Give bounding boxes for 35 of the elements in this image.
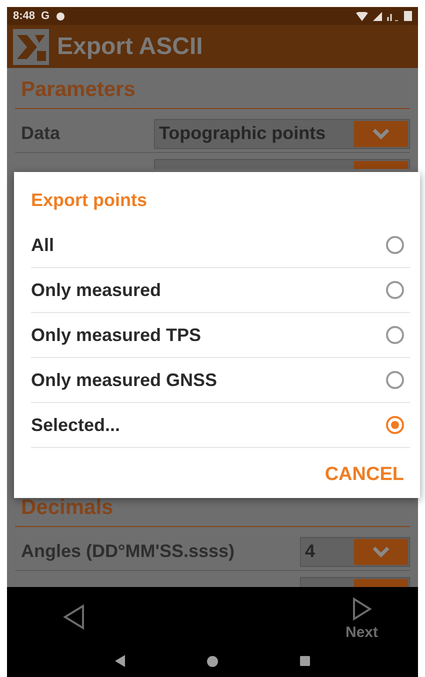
section-heading: Parameters	[15, 68, 410, 109]
signal-icon	[373, 12, 382, 20]
radio-button[interactable]	[386, 281, 404, 299]
option-label: Only measured	[31, 280, 162, 300]
screen-title: Export ASCII	[57, 32, 203, 60]
option-label: Only measured TPS	[31, 324, 202, 346]
field-label: Data	[21, 123, 60, 144]
option-label: Only measured GNSS	[31, 370, 218, 390]
next-button[interactable]: Next	[345, 593, 378, 641]
next-arrow-icon	[352, 597, 372, 621]
dialog-title: Export points	[31, 189, 148, 212]
option-row[interactable]: Only measured	[31, 268, 410, 313]
back-arrow-icon[interactable]	[63, 604, 85, 630]
chevron-down-icon	[372, 546, 390, 558]
radio-button[interactable]	[386, 371, 404, 389]
nav-home-icon[interactable]	[207, 656, 218, 666]
data-icon	[387, 12, 399, 20]
option-row[interactable]: Only measured GNSS	[31, 358, 410, 403]
wifi-icon	[356, 12, 368, 20]
option-label: All	[31, 234, 54, 256]
carrier-label: G	[41, 10, 50, 22]
field-label: Angles (DD°MM'SS.ssss)	[21, 541, 235, 562]
chevron-down-icon	[372, 128, 390, 140]
radio-button[interactable]	[386, 236, 404, 254]
app-logo-icon	[13, 28, 49, 64]
status-time: 8:48	[13, 10, 36, 22]
nav-back-icon[interactable]	[115, 655, 125, 667]
radio-button[interactable]	[386, 416, 404, 434]
radio-button[interactable]	[386, 326, 404, 344]
option-row[interactable]: Selected...	[31, 403, 410, 448]
notification-icon	[56, 12, 65, 20]
option-row[interactable]: All	[31, 223, 410, 268]
option-row[interactable]: Only measured TPS	[31, 313, 410, 358]
battery-icon	[404, 11, 412, 21]
option-label: Selected...	[31, 414, 120, 436]
